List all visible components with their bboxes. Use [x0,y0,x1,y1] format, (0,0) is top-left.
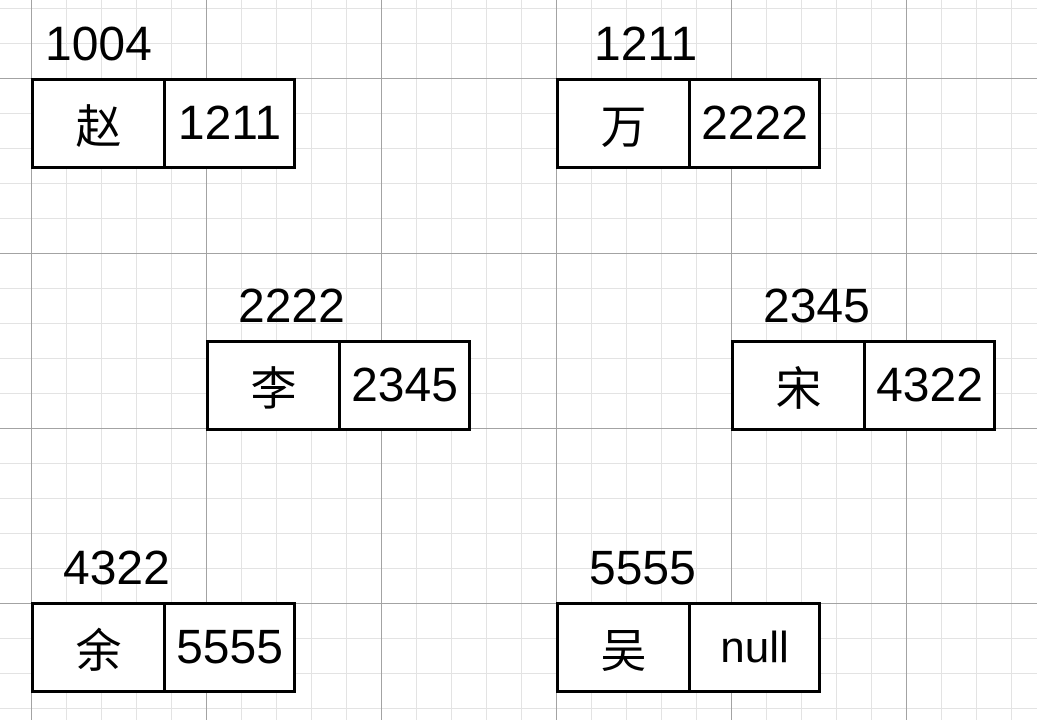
node-next-cell: 5555 [176,621,283,674]
node-name-cell: 余 [34,605,166,690]
node-address: 2345 [763,280,870,333]
node-box: 李 2345 [206,340,471,431]
node-name-cell: 赵 [34,81,166,166]
node-next-cell: 4322 [876,359,983,412]
node-address: 4322 [63,542,170,595]
node-box: 吴 null [556,602,821,693]
node-box: 万 2222 [556,78,821,169]
node-address: 1004 [45,18,152,71]
node-address: 5555 [589,542,696,595]
node-address: 1211 [594,18,698,71]
node-box: 宋 4322 [731,340,996,431]
node-box: 赵 1211 [31,78,296,169]
node-next-cell: null [720,622,789,672]
node-box: 余 5555 [31,602,296,693]
node-address: 2222 [238,280,345,333]
node-next-cell: 2345 [351,359,458,412]
node-name-cell: 吴 [559,605,691,690]
node-name-cell: 李 [209,343,341,428]
node-next-cell: 2222 [701,97,808,150]
node-name-cell: 万 [559,81,691,166]
node-next-cell: 1211 [177,97,282,150]
node-name-cell: 宋 [734,343,866,428]
